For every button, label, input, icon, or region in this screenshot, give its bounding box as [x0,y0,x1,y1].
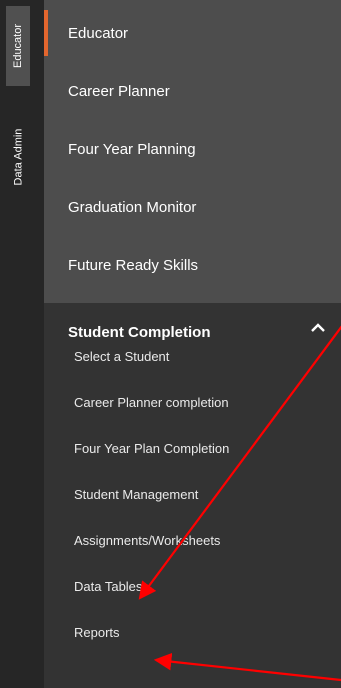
menu-item-educator[interactable]: Educator [44,4,341,62]
sub-item-career-planner-completion[interactable]: Career Planner completion [44,379,341,425]
menu-item-label: Educator [68,24,129,42]
sub-item-student-management[interactable]: Student Management [44,471,341,517]
menu-item-four-year-planning[interactable]: Four Year Planning [44,120,341,178]
rail-tab-label: Data Admin [12,128,24,186]
sub-item-data-tables[interactable]: Data Tables [44,563,341,609]
sub-item-four-year-plan-completion[interactable]: Four Year Plan Completion [44,425,341,471]
rail-tab-data-admin[interactable]: Data Admin [6,112,30,202]
sub-item-label: Career Planner completion [74,394,229,410]
sub-item-label: Data Tables [74,578,143,594]
student-completion-section: Student Completion Select a Student Care… [44,303,341,688]
chevron-up-icon[interactable] [311,323,325,333]
menu-item-label: Future Ready Skills [68,256,199,274]
navigation-menu: Educator Career Planner Four Year Planni… [44,0,341,688]
rail-tab-educator[interactable]: Educator [6,6,30,86]
sub-item-label: Student Management [74,486,199,502]
menu-item-label: Graduation Monitor [68,198,197,216]
rail-tab-label: Educator [12,23,24,69]
menu-item-graduation-monitor[interactable]: Graduation Monitor [44,178,341,236]
sub-item-reports[interactable]: Reports [44,609,341,655]
sub-item-select-a-student[interactable]: Select a Student [44,333,341,379]
menu-item-label: Four Year Planning [68,140,196,158]
side-rail: Educator Data Admin [0,0,44,688]
sub-item-assignments-worksheets[interactable]: Assignments/Worksheets [44,517,341,563]
menu-item-future-ready-skills[interactable]: Future Ready Skills [44,236,341,294]
sub-item-label: Assignments/Worksheets [74,532,221,548]
menu-item-career-planner[interactable]: Career Planner [44,62,341,120]
sub-item-label: Four Year Plan Completion [74,440,230,456]
sub-item-label: Reports [74,624,120,640]
menu-item-label: Career Planner [68,82,170,100]
sub-item-label: Select a Student [74,348,170,364]
